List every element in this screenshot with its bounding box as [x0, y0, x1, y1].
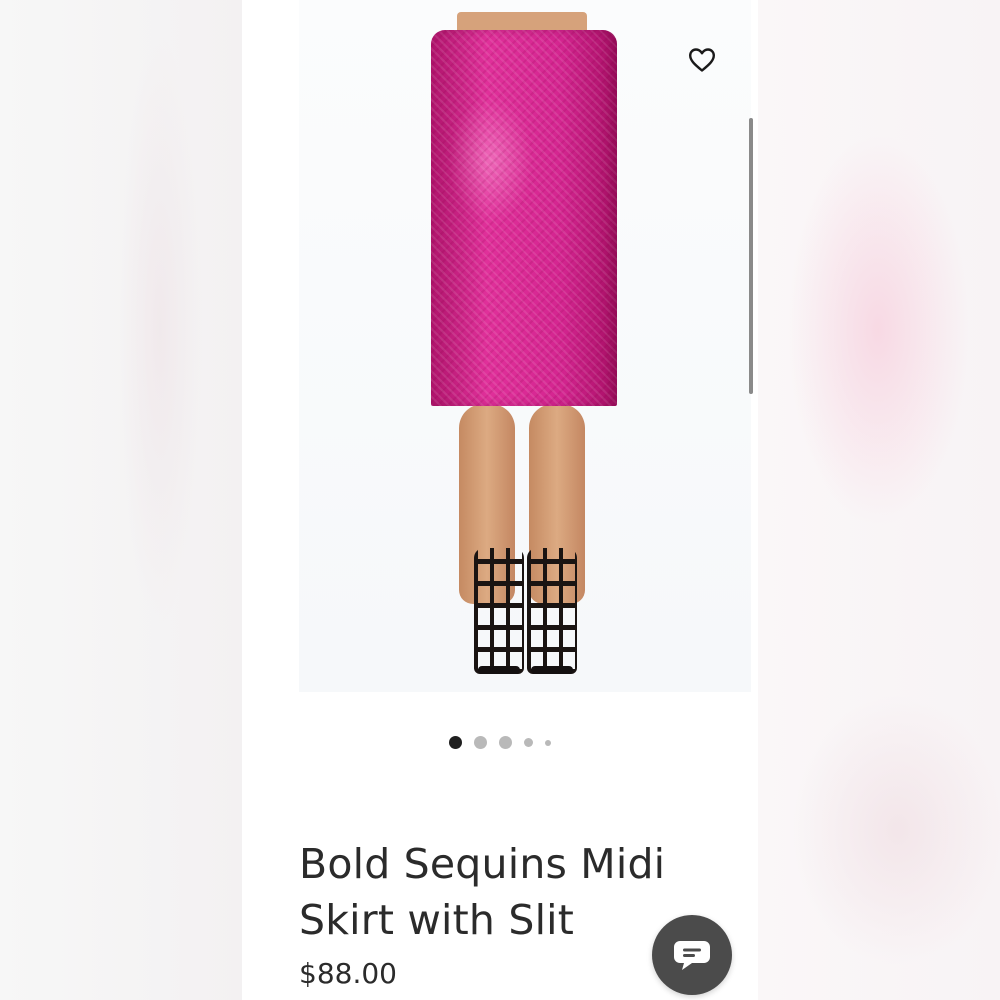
shoe-right: [527, 548, 577, 674]
blurred-backdrop-right: [758, 0, 1000, 1000]
carousel-dot-4[interactable]: [524, 738, 533, 747]
product-page: Bold Sequins Midi Skirt with Slit $88.00: [242, 0, 758, 1000]
carousel-dot-5[interactable]: [545, 739, 551, 746]
product-image[interactable]: [299, 0, 751, 692]
carousel-dot-3[interactable]: [499, 736, 512, 749]
chat-bubble-icon: [674, 941, 710, 970]
shoe-left: [474, 548, 524, 674]
skirt: [431, 30, 617, 406]
scrollbar[interactable]: [749, 118, 753, 394]
blurred-backdrop-left: [0, 0, 242, 1000]
product-title: Bold Sequins Midi Skirt with Slit: [299, 840, 666, 944]
heart-outline-icon: [689, 48, 715, 72]
image-carousel-dots: [242, 736, 758, 749]
favorite-button[interactable]: [678, 40, 726, 80]
product-price: $88.00: [299, 957, 397, 990]
chat-button[interactable]: [652, 915, 732, 995]
carousel-dot-1[interactable]: [449, 736, 462, 749]
carousel-dot-2[interactable]: [474, 736, 487, 749]
